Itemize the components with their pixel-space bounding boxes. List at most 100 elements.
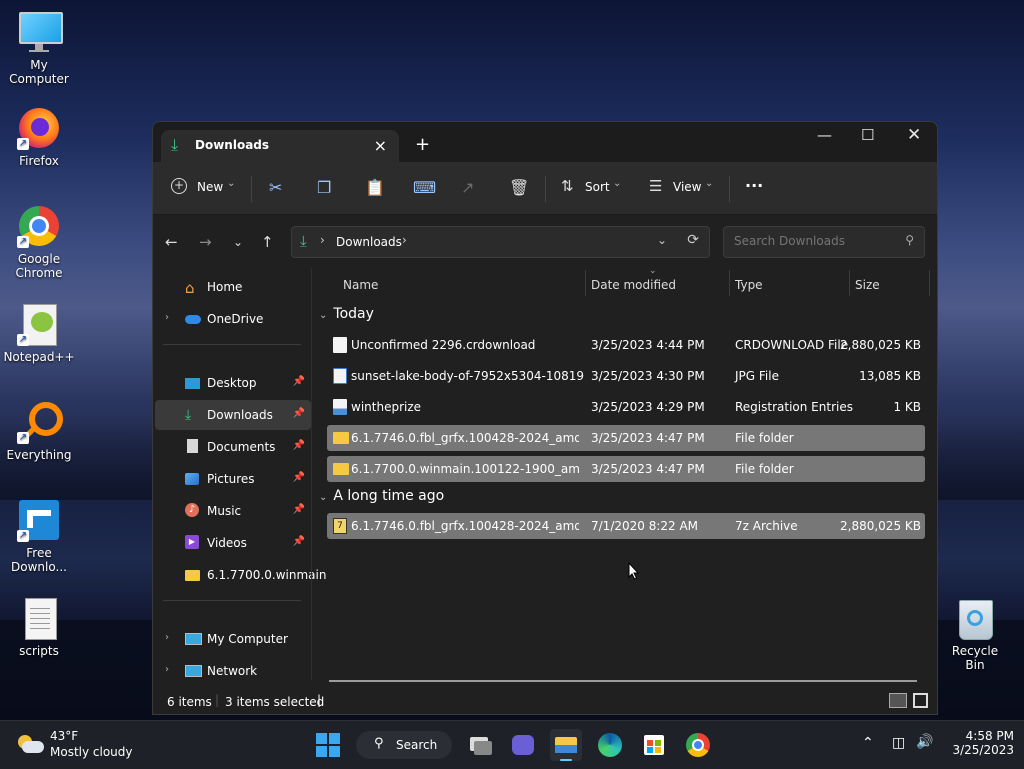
task-view-icon[interactable]	[464, 729, 496, 761]
table-row[interactable]: 7 6.1.7746.0.fbl_grfx.100428-2024_amd64f…	[327, 513, 925, 539]
pin-icon[interactable]: 📌	[293, 504, 305, 515]
sidebar-item-label: Videos	[207, 536, 247, 550]
sidebar-item-downloads[interactable]: ⤓ Downloads 📌	[155, 400, 311, 430]
desktop-icon-everything[interactable]: ↗ Everything	[1, 400, 77, 462]
column-divider[interactable]	[585, 270, 586, 296]
column-header-size[interactable]: Size	[855, 278, 880, 292]
desktop-icon-scripts[interactable]: scripts	[1, 596, 77, 658]
view-button[interactable]: ☰ View ⌄	[649, 176, 717, 200]
table-row[interactable]: wintheprize 3/25/2023 4:29 PM Registrati…	[327, 394, 925, 420]
sidebar-item-onedrive[interactable]: › OneDrive	[155, 304, 311, 334]
sidebar-item-music[interactable]: ♪ Music 📌	[155, 496, 311, 526]
new-tab-button[interactable]: +	[415, 134, 430, 155]
desktop-icon-chrome[interactable]: ↗ Google Chrome	[1, 204, 77, 280]
cut-icon[interactable]: ✂	[269, 178, 282, 197]
sidebar-item-desktop[interactable]: Desktop 📌	[155, 368, 311, 398]
recent-locations-chevron-icon[interactable]: ⌄	[233, 235, 243, 249]
sidebar-item-videos[interactable]: ▶ Videos 📌	[155, 528, 311, 558]
expand-chevron-icon[interactable]: ›	[165, 664, 169, 675]
breadcrumb-downloads[interactable]: Downloads	[336, 235, 402, 249]
address-bar[interactable]: ⤓ › Downloads › ⌄ ⟳	[291, 226, 710, 258]
group-header-today[interactable]: ⌄ Today	[319, 306, 374, 322]
large-icons-view-icon[interactable]	[913, 693, 928, 708]
table-row[interactable]: 6.1.7700.0.winmain.100122-1900_amd64fr..…	[327, 456, 925, 482]
download-arrow-icon: ⤓	[300, 232, 307, 250]
sidebar-item-label: Pictures	[207, 472, 255, 486]
microsoft-store-icon[interactable]	[638, 729, 670, 761]
weather-widget[interactable]: 43°F Mostly cloudy	[14, 729, 154, 761]
volume-icon[interactable]: 🔊	[916, 734, 933, 750]
table-row[interactable]: Unconfirmed 2296.crdownload 3/25/2023 4:…	[327, 332, 925, 358]
cell-date: 3/25/2023 4:29 PM	[591, 400, 705, 414]
search-box[interactable]: ⚲	[723, 226, 925, 258]
pin-icon[interactable]: 📌	[293, 536, 305, 547]
chrome-taskbar-icon[interactable]	[682, 729, 714, 761]
search-input[interactable]	[732, 233, 896, 249]
toolbar-divider	[729, 176, 730, 202]
tab-downloads[interactable]: ⤓ Downloads ×	[161, 130, 399, 162]
rename-icon[interactable]: ⌨	[413, 178, 436, 197]
column-divider[interactable]	[729, 270, 730, 296]
sidebar-item-home[interactable]: ⌂ Home	[155, 272, 311, 302]
address-history-chevron-icon[interactable]: ⌄	[657, 233, 667, 247]
maximize-button[interactable]: ☐	[861, 126, 874, 144]
expand-chevron-icon[interactable]: ›	[165, 632, 169, 643]
network-tray-icon[interactable]: ◫	[892, 735, 905, 751]
desktop-icon-firefox[interactable]: ↗ Firefox	[1, 106, 77, 168]
desktop-icon-notepad-plus-plus[interactable]: ↗ Notepad++	[1, 302, 77, 364]
column-divider[interactable]	[929, 270, 930, 296]
view-list-icon: ☰	[649, 177, 663, 195]
column-header-type[interactable]: Type	[735, 278, 763, 292]
desktop-icon-my-computer[interactable]: My Computer	[1, 10, 77, 86]
refresh-icon[interactable]: ⟳	[687, 232, 699, 248]
close-tab-icon[interactable]: ×	[374, 136, 387, 155]
copy-icon[interactable]: ❐	[317, 178, 331, 197]
show-hidden-icons-chevron-icon[interactable]: ⌃	[862, 735, 874, 751]
group-header-a-long-time-ago[interactable]: ⌄ A long time ago	[319, 488, 444, 504]
see-more-button[interactable]: ···	[745, 176, 763, 195]
back-arrow-icon[interactable]: ←	[165, 233, 178, 251]
details-view-icon[interactable]	[889, 693, 907, 708]
taskbar-search-label: Search	[396, 738, 438, 752]
desktop-icon-recycle-bin[interactable]: Recycle Bin	[944, 598, 1006, 672]
desktop-icon-free-download-manager[interactable]: ↗ Free Downlo...	[1, 498, 77, 574]
start-button[interactable]	[312, 729, 344, 761]
pin-icon[interactable]: 📌	[293, 408, 305, 419]
close-window-button[interactable]: ✕	[907, 125, 921, 145]
pin-icon[interactable]: 📌	[293, 376, 305, 387]
table-row[interactable]: sunset-lake-body-of-7952x5304-10819 3/25…	[327, 363, 925, 389]
item-count: 6 items	[167, 695, 212, 709]
teams-chat-icon[interactable]	[506, 729, 538, 761]
sidebar-item-network[interactable]: › Network	[155, 656, 311, 686]
music-icon: ♪	[185, 503, 201, 519]
sort-indicator-chevron-icon: ⌄	[649, 266, 657, 276]
cell-type: JPG File	[735, 369, 779, 383]
sidebar-item-documents[interactable]: Documents 📌	[155, 432, 311, 462]
forward-arrow-icon[interactable]: →	[199, 233, 212, 251]
sidebar-item-my-computer[interactable]: › My Computer	[155, 624, 311, 654]
table-row[interactable]: 6.1.7746.0.fbl_grfx.100428-2024_amd64fre…	[327, 425, 925, 451]
sort-button[interactable]: ⇅ Sort ⌄	[561, 176, 625, 200]
pin-icon[interactable]: 📌	[293, 440, 305, 451]
sidebar-item-winmain-folder[interactable]: 6.1.7700.0.winmain	[155, 560, 326, 590]
edge-browser-icon[interactable]	[594, 729, 626, 761]
column-header-date-modified[interactable]: Date modified	[591, 278, 676, 292]
up-arrow-icon[interactable]: ↑	[261, 233, 274, 251]
file-explorer-taskbar-icon[interactable]	[550, 729, 582, 761]
clock[interactable]: 4:58 PM 3/25/2023	[944, 729, 1014, 757]
sidebar-item-pictures[interactable]: Pictures 📌	[155, 464, 311, 494]
cell-name: 6.1.7746.0.fbl_grfx.100428-2024_amd64fre…	[351, 431, 579, 445]
column-divider[interactable]	[849, 270, 850, 296]
file-explorer-window[interactable]: ⤓ Downloads × + — ☐ ✕ + New ⌄ ✂ ❐ 📋 ⌨ ↗ …	[152, 121, 938, 715]
minimize-button[interactable]: —	[817, 126, 832, 144]
paste-icon[interactable]: 📋	[365, 178, 385, 197]
column-header-name[interactable]: Name	[343, 278, 378, 292]
pin-icon[interactable]: 📌	[293, 472, 305, 483]
delete-icon[interactable]: 🗑	[509, 178, 529, 197]
title-bar[interactable]: ⤓ Downloads × + — ☐ ✕	[153, 122, 937, 162]
share-icon[interactable]: ↗	[461, 178, 474, 197]
pane-divider[interactable]	[311, 268, 312, 680]
taskbar-search-button[interactable]: ⚲ Search	[356, 731, 452, 759]
expand-chevron-icon[interactable]: ›	[165, 312, 169, 323]
horizontal-scrollbar[interactable]	[329, 680, 917, 682]
